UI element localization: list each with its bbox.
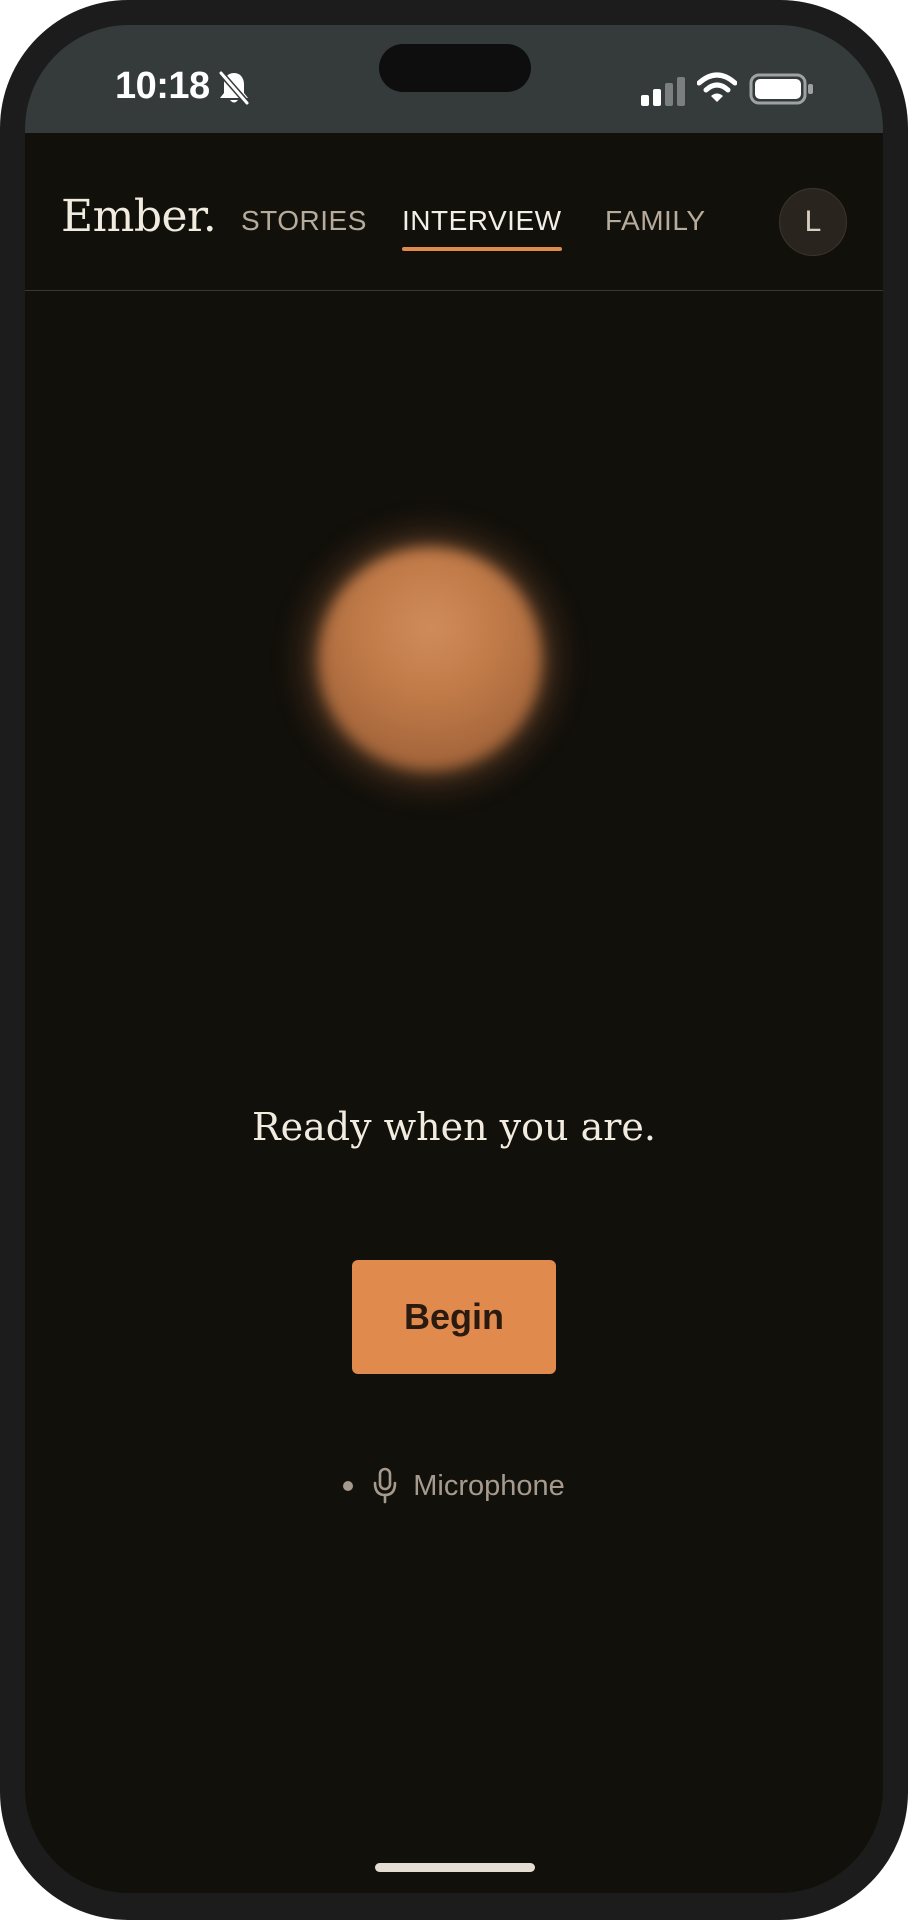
tab-interview[interactable]: INTERVIEW bbox=[402, 205, 562, 251]
brand-logo[interactable]: Ember. bbox=[61, 191, 217, 242]
home-indicator[interactable] bbox=[375, 1863, 535, 1872]
avatar[interactable]: L bbox=[779, 188, 847, 256]
avatar-initial: L bbox=[804, 205, 822, 238]
microphone-label: Microphone bbox=[413, 1469, 565, 1502]
voice-orb bbox=[318, 547, 542, 771]
microphone-icon bbox=[373, 1467, 397, 1504]
tab-interview-label: INTERVIEW bbox=[402, 205, 562, 236]
tab-stories[interactable]: STORIES bbox=[241, 205, 367, 237]
status-dot bbox=[343, 1481, 354, 1491]
top-navigation: Ember. STORIES INTERVIEW FAMILY L bbox=[25, 133, 883, 291]
status-time: 10:18 bbox=[115, 65, 210, 107]
tab-family[interactable]: FAMILY bbox=[605, 205, 706, 237]
signal-icon bbox=[641, 77, 685, 106]
dynamic-island bbox=[379, 44, 531, 92]
microphone-status: Microphone bbox=[25, 1467, 883, 1505]
wifi-icon bbox=[697, 72, 737, 102]
status-bar: 10:18 bbox=[25, 25, 883, 133]
tab-stories-label: STORIES bbox=[241, 205, 367, 236]
app-screen: 10:18 Ember. STORIES INTERVIEW FAMILY L … bbox=[25, 25, 883, 1893]
phone-frame: 10:18 Ember. STORIES INTERVIEW FAMILY L … bbox=[0, 0, 908, 1920]
begin-button[interactable]: Begin bbox=[352, 1260, 556, 1374]
tab-family-label: FAMILY bbox=[605, 205, 706, 236]
bell-slash-icon bbox=[217, 70, 251, 106]
active-tab-indicator bbox=[402, 247, 562, 251]
ready-prompt: Ready when you are. bbox=[252, 1105, 656, 1149]
battery-icon bbox=[749, 73, 813, 105]
